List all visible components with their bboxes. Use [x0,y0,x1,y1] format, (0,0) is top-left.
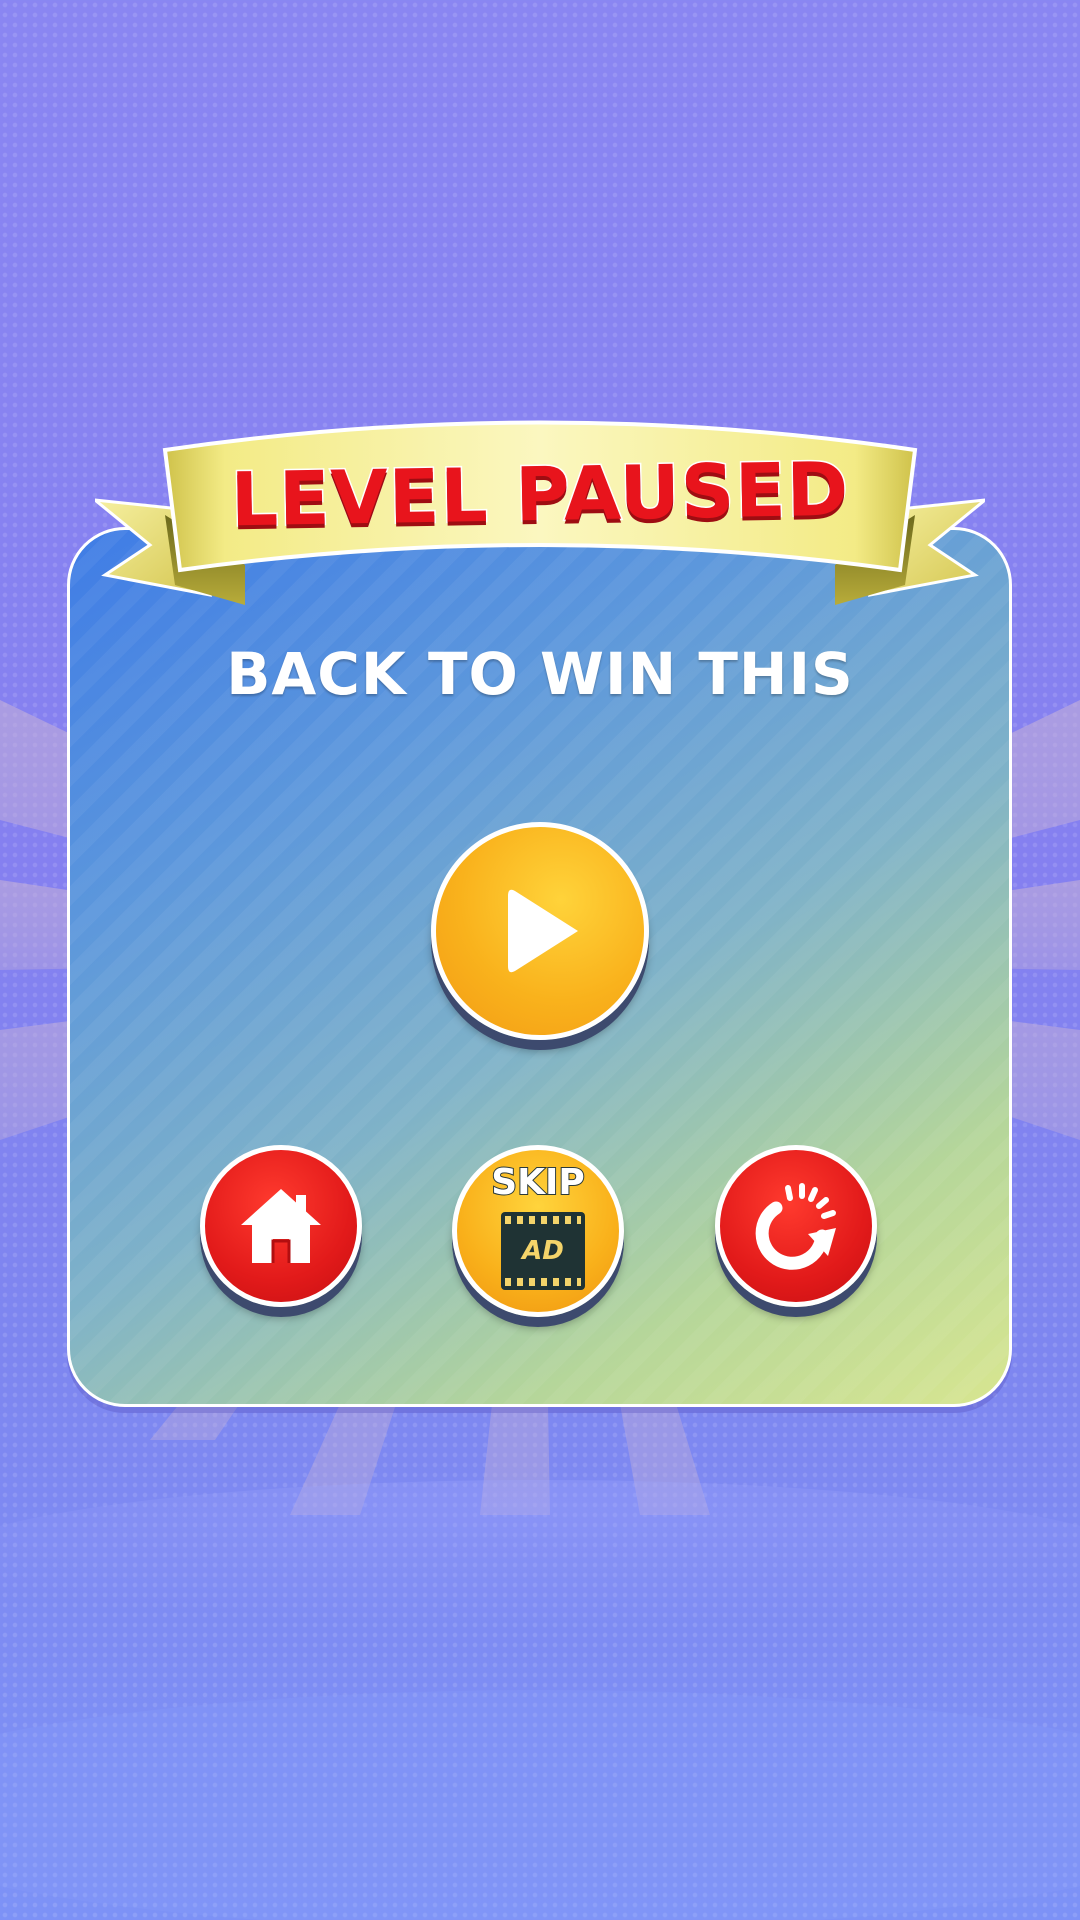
skip-label: SKIP [490,1161,586,1204]
restart-button[interactable] [715,1145,877,1307]
home-button[interactable] [200,1145,362,1307]
back-to-win-subtitle: BACK TO WIN THIS [226,640,854,708]
background-floor-glow [0,1480,1080,1920]
resume-play-button[interactable] [431,822,649,1040]
film-strip-icon: AD [501,1212,585,1290]
home-icon [241,1189,321,1263]
ad-label: AD [522,1236,564,1266]
skip-ad-button[interactable]: SKIP AD [452,1145,624,1317]
play-icon [508,889,578,973]
restart-icon [755,1183,836,1270]
